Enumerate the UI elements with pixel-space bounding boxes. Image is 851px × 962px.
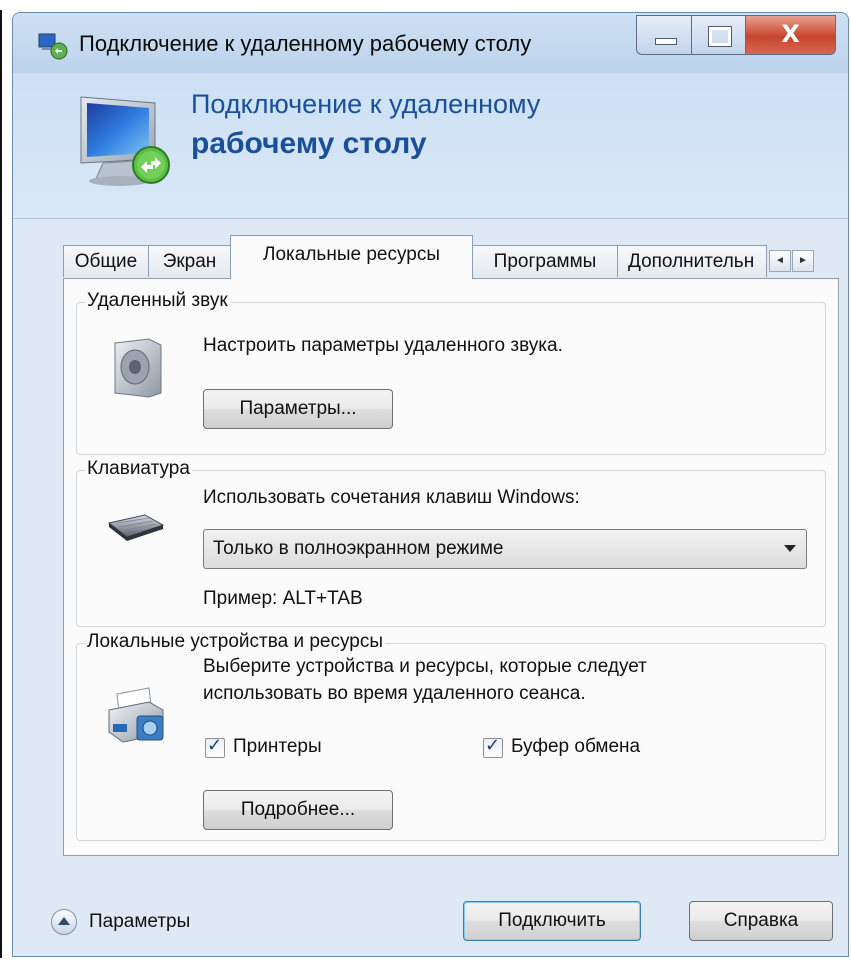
options-expand-button[interactable]: [51, 909, 77, 935]
audio-settings-button[interactable]: Параметры...: [203, 389, 393, 429]
left-edge-line: [0, 10, 2, 958]
remote-desktop-monitor-icon: [80, 96, 170, 186]
window-controls: X: [636, 15, 836, 57]
clipboard-label[interactable]: Буфер обмена: [511, 736, 640, 758]
devices-icon: [108, 687, 164, 743]
tab-programs[interactable]: Программы: [472, 245, 618, 277]
minimize-button[interactable]: [636, 15, 692, 55]
header-title-line2: рабочему столу: [191, 127, 427, 160]
remote-audio-group: Удаленный звук Настроить параметры удале…: [76, 290, 826, 455]
more-devices-button[interactable]: Подробнее...: [203, 790, 393, 830]
dialog-header: Подключение к удаленному рабочему столу: [13, 73, 848, 219]
remote-audio-legend: Удаленный звук: [85, 290, 230, 312]
close-button[interactable]: X: [746, 15, 836, 55]
keyboard-group: Клавиатура Использовать сочетания клавиш…: [76, 458, 826, 627]
keyboard-shortcuts-select[interactable]: Только в полноэкранном режиме: [203, 529, 807, 569]
printers-label[interactable]: Принтеры: [233, 736, 322, 758]
help-button[interactable]: Справка: [689, 901, 833, 941]
tab-scroll-right-icon[interactable]: ►: [792, 250, 814, 272]
dropdown-arrow-icon: [784, 545, 796, 552]
checkmark-icon: ✓: [485, 735, 501, 756]
speaker-icon: [114, 338, 162, 398]
tab-advanced[interactable]: Дополнительн: [617, 245, 767, 277]
keyboard-example: Пример: ALT+TAB: [203, 588, 363, 609]
clipboard-checkbox[interactable]: ✓: [483, 735, 503, 758]
tab-local-resources[interactable]: Локальные ресурсы: [230, 235, 473, 279]
maximize-icon: [708, 26, 732, 47]
tab-scroll-left-icon[interactable]: ◄: [769, 250, 791, 272]
checkmark-icon: ✓: [207, 735, 223, 756]
maximize-button[interactable]: [692, 15, 746, 55]
window-title: Подключение к удаленному рабочему столу: [79, 31, 532, 56]
tab-display[interactable]: Экран: [148, 245, 231, 277]
keyboard-shortcuts-selected-value: Только в полноэкранном режиме: [213, 538, 504, 559]
local-devices-legend: Локальные устройства и ресурсы: [85, 631, 386, 653]
header-title-line1: Подключение к удаленному: [191, 89, 541, 119]
rdp-window: Подключение к удаленному рабочему столу …: [12, 12, 849, 957]
local-resources-panel: Удаленный звук Настроить параметры удале…: [63, 278, 839, 856]
local-devices-group: Локальные устройства и ресурсы Выберите …: [76, 631, 826, 841]
local-devices-description-line2: использовать во время удаленного сеанса.: [203, 683, 586, 704]
remote-audio-description: Настроить параметры удаленного звука.: [203, 335, 563, 356]
options-label[interactable]: Параметры: [89, 911, 190, 933]
title-bar[interactable]: Подключение к удаленному рабочему столу …: [13, 13, 848, 73]
tab-strip: Общие Экран Локальные ресурсы Программы …: [63, 235, 817, 279]
local-devices-description-line1: Выберите устройства и ресурсы, которые с…: [203, 656, 647, 677]
dialog-body: Общие Экран Локальные ресурсы Программы …: [13, 219, 848, 956]
keyboard-icon: [107, 514, 165, 541]
connect-button[interactable]: Подключить: [463, 901, 641, 941]
printers-checkbox[interactable]: ✓: [205, 735, 225, 758]
keyboard-legend: Клавиатура: [85, 458, 192, 480]
remote-desktop-app-icon: [38, 33, 68, 60]
tab-general[interactable]: Общие: [63, 245, 149, 277]
minimize-icon: [655, 38, 677, 45]
chevron-up-icon: [58, 917, 70, 925]
keyboard-description: Использовать сочетания клавиш Windows:: [203, 487, 580, 508]
close-icon: X: [781, 20, 800, 48]
